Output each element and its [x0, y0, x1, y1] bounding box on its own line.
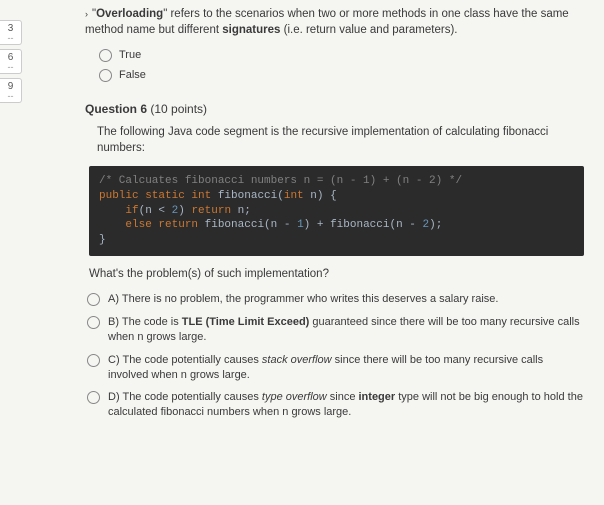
caret-icon: ›: [85, 9, 88, 19]
q6-option-c[interactable]: C) The code potentially causes stack ove…: [87, 353, 584, 383]
q6-prompt: The following Java code segment is the r…: [97, 124, 584, 156]
nav-item-3[interactable]: 3 --: [0, 20, 22, 45]
q6-subprompt: What's the problem(s) of such implementa…: [89, 266, 584, 282]
radio-icon: [87, 316, 100, 329]
radio-icon: [87, 293, 100, 306]
q6-options: A) There is no problem, the programmer w…: [87, 292, 584, 420]
q6-title: Question 6: [85, 102, 147, 116]
radio-icon: [87, 354, 100, 367]
content-area: ›"Overloading" refers to the scenarios w…: [85, 6, 584, 428]
option-text: A) There is no problem, the programmer w…: [108, 292, 584, 307]
q5-option-false[interactable]: False: [99, 68, 584, 83]
radio-icon: [99, 49, 112, 62]
q5-option-true[interactable]: True: [99, 48, 584, 63]
nav-sep: --: [0, 92, 21, 101]
option-label: False: [119, 68, 146, 83]
radio-icon: [99, 69, 112, 82]
nav-item-9[interactable]: 9 --: [0, 78, 22, 103]
nav-item-6[interactable]: 6 --: [0, 49, 22, 74]
nav-sep: --: [0, 63, 21, 72]
q5-prompt: ›"Overloading" refers to the scenarios w…: [85, 6, 584, 38]
radio-icon: [87, 391, 100, 404]
code-block: /* Calcuates fibonacci numbers n = (n - …: [89, 166, 584, 256]
question-nav-sidebar: 3 -- 6 -- 9 --: [0, 20, 22, 103]
option-text: D) The code potentially causes type over…: [108, 390, 584, 420]
q6-option-d[interactable]: D) The code potentially causes type over…: [87, 390, 584, 420]
q6-points: (10 points): [147, 102, 207, 116]
q6-option-b[interactable]: B) The code is TLE (Time Limit Exceed) g…: [87, 315, 584, 345]
option-label: True: [119, 48, 141, 63]
option-text: B) The code is TLE (Time Limit Exceed) g…: [108, 315, 584, 345]
q6-heading: Question 6 (10 points): [85, 101, 584, 118]
q5-options: True False: [99, 48, 584, 83]
q6-option-a[interactable]: A) There is no problem, the programmer w…: [87, 292, 584, 307]
option-text: C) The code potentially causes stack ove…: [108, 353, 584, 383]
nav-sep: --: [0, 34, 21, 43]
